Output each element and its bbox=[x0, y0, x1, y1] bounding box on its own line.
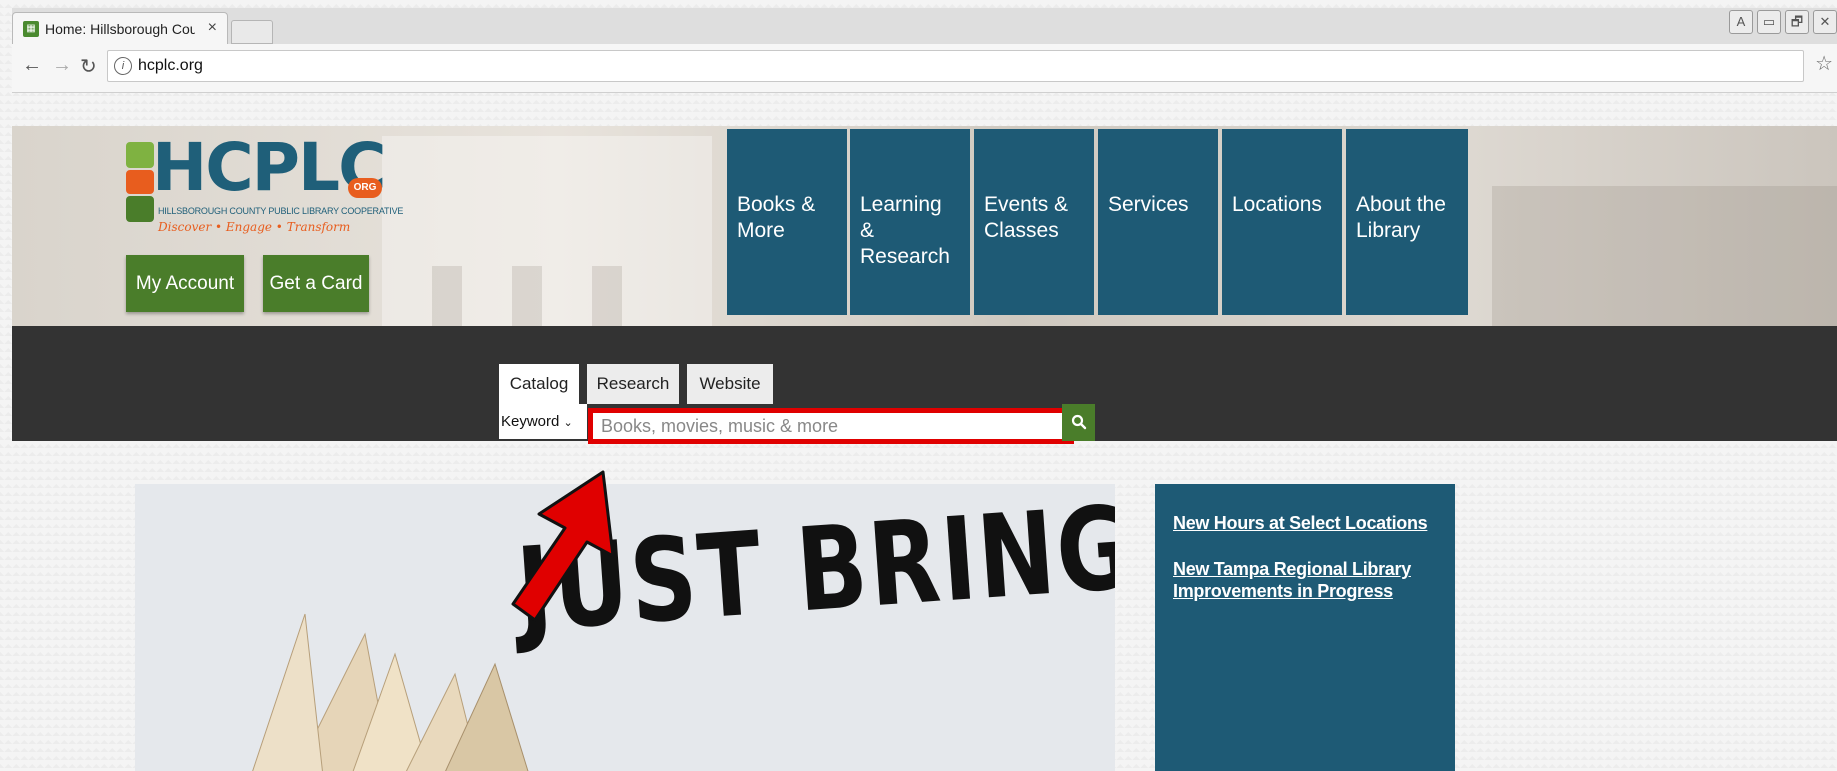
tab-title: Home: Hillsborough Cou bbox=[45, 21, 195, 37]
logo-org-badge: ORG bbox=[348, 178, 382, 198]
search-mode-select[interactable]: Keyword ⌄ bbox=[499, 404, 587, 439]
get-a-card-button[interactable]: Get a Card bbox=[263, 255, 369, 312]
my-account-button[interactable]: My Account bbox=[126, 255, 244, 312]
back-arrow-icon[interactable]: ← bbox=[22, 54, 42, 77]
browser-chrome: ▦ Home: Hillsborough Cou × A ▭ 🗗 ✕ ← → ↻… bbox=[12, 8, 1837, 93]
tab-website[interactable]: Website bbox=[687, 364, 773, 404]
tab-research[interactable]: Research bbox=[587, 364, 679, 404]
window-controls: A ▭ 🗗 ✕ bbox=[1729, 10, 1837, 36]
minimize-button[interactable]: ▭ bbox=[1757, 10, 1781, 34]
close-tab-icon[interactable]: × bbox=[208, 19, 217, 37]
nav-events-classes[interactable]: Events & Classes bbox=[974, 129, 1094, 315]
url-text[interactable]: hcplc.org bbox=[138, 57, 203, 75]
annotation-arrow-icon bbox=[511, 470, 615, 622]
search-mode-label: Keyword bbox=[501, 413, 560, 430]
nav-locations[interactable]: Locations bbox=[1222, 129, 1342, 315]
tab-catalog[interactable]: Catalog bbox=[499, 364, 579, 404]
search-submit-button[interactable] bbox=[1062, 404, 1095, 441]
info-icon[interactable]: i bbox=[114, 57, 132, 75]
browser-tab[interactable]: ▦ Home: Hillsborough Cou × bbox=[12, 12, 228, 45]
site-header: HCPLC ORG HILLSBOROUGH COUNTY PUBLIC LIB… bbox=[12, 126, 1837, 326]
chevron-down-icon: ⌄ bbox=[563, 417, 573, 429]
search-icon bbox=[1071, 414, 1086, 430]
favicon-icon: ▦ bbox=[23, 21, 39, 37]
nav-about-library[interactable]: About the Library bbox=[1346, 129, 1468, 315]
search-input[interactable] bbox=[588, 408, 1074, 444]
site-logo[interactable]: HCPLC ORG HILLSBOROUGH COUNTY PUBLIC LIB… bbox=[124, 132, 403, 235]
logo-tagline: Discover • Engage • Transform bbox=[158, 220, 351, 234]
star-icon[interactable]: ☆ bbox=[1815, 51, 1833, 76]
forward-arrow-icon[interactable]: → bbox=[52, 54, 72, 77]
column-shape bbox=[512, 266, 542, 326]
column-shape bbox=[592, 266, 622, 326]
nav-books-more[interactable]: Books & More bbox=[727, 129, 847, 315]
column-shape bbox=[432, 266, 462, 326]
profile-button[interactable]: A bbox=[1729, 10, 1753, 34]
close-window-button[interactable]: ✕ bbox=[1813, 10, 1837, 34]
news-link-tampa-regional[interactable]: New Tampa Regional Library Improvements … bbox=[1173, 558, 1435, 602]
news-link-new-hours[interactable]: New Hours at Select Locations bbox=[1173, 512, 1435, 534]
nav-learning-research[interactable]: Learning & Research bbox=[850, 129, 970, 315]
address-bar[interactable]: i hcplc.org bbox=[107, 50, 1804, 82]
restore-button[interactable]: 🗗 bbox=[1785, 10, 1809, 34]
reload-icon[interactable]: ↻ bbox=[80, 54, 97, 79]
new-tab-button[interactable] bbox=[231, 20, 273, 44]
news-panel: New Hours at Select Locations New Tampa … bbox=[1155, 484, 1455, 771]
browser-toolbar: ← → ↻ i hcplc.org ☆ bbox=[12, 44, 1837, 93]
building-wing bbox=[1492, 186, 1837, 326]
search-band: Catalog Research Website Keyword ⌄ bbox=[12, 326, 1837, 444]
nav-services[interactable]: Services bbox=[1098, 129, 1218, 315]
logo-subtitle: HILLSBOROUGH COUNTY PUBLIC LIBRARY COOPE… bbox=[158, 206, 404, 216]
